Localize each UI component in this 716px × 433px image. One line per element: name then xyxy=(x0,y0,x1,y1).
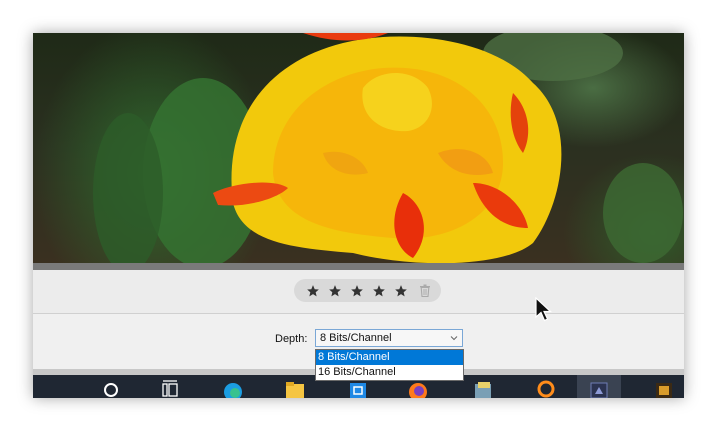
app-icon[interactable] xyxy=(536,379,556,398)
depth-select-value: 8 Bits/Channel xyxy=(320,332,392,344)
app-icon[interactable] xyxy=(654,379,674,398)
star-3-icon[interactable] xyxy=(346,280,368,302)
app-icon[interactable] xyxy=(589,379,609,398)
star-1-icon[interactable] xyxy=(302,280,324,302)
depth-option-8-bits[interactable]: 8 Bits/Channel xyxy=(316,350,463,365)
chevron-down-icon xyxy=(450,336,458,341)
trash-icon[interactable] xyxy=(414,280,436,302)
depth-label: Depth: xyxy=(275,333,308,345)
star-rating xyxy=(294,279,441,302)
depth-select[interactable]: 8 Bits/Channel xyxy=(315,329,463,347)
app-icon[interactable] xyxy=(473,379,493,398)
star-5-icon[interactable] xyxy=(390,280,412,302)
star-4-icon[interactable] xyxy=(368,280,390,302)
task-view-icon[interactable] xyxy=(160,379,180,398)
star-2-icon[interactable] xyxy=(324,280,346,302)
depth-dropdown-list: 8 Bits/Channel 16 Bits/Channel xyxy=(315,349,464,381)
edge-icon[interactable] xyxy=(223,379,243,398)
store-icon[interactable] xyxy=(348,379,368,398)
firefox-icon[interactable] xyxy=(408,379,428,398)
divider-band xyxy=(33,263,684,270)
mouse-cursor-icon xyxy=(535,297,553,322)
app-window: Depth: 8 Bits/Channel 8 Bits/Channel 16 … xyxy=(33,33,684,398)
rating-toolbar xyxy=(33,270,684,314)
file-explorer-icon[interactable] xyxy=(285,379,305,398)
search-icon[interactable] xyxy=(101,379,121,398)
tulip-photo xyxy=(93,33,683,263)
image-preview xyxy=(33,33,684,263)
depth-option-16-bits[interactable]: 16 Bits/Channel xyxy=(316,365,463,380)
